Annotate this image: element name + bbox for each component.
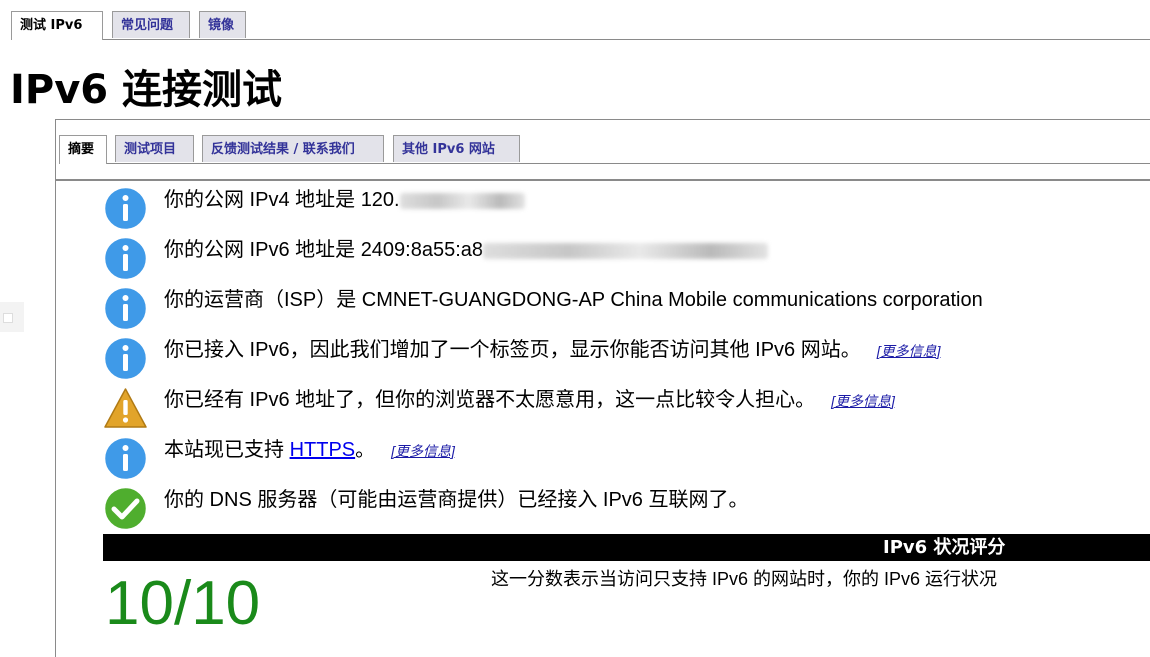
- ipv6-score: 10/10: [105, 569, 261, 638]
- tab-test-ipv6[interactable]: 测试 IPv6: [11, 11, 103, 40]
- info-icon: [103, 186, 148, 231]
- list-item: 你的公网 IPv4 地址是 120.: [103, 182, 1143, 232]
- summary-panel: 摘要 测试项目 反馈测试结果 / 联系我们 其他 IPv6 网站 你的公网 IP…: [55, 119, 1150, 657]
- info-icon: [103, 286, 148, 331]
- more-info-link[interactable]: [更多信息]: [391, 443, 455, 459]
- isp-text: 你的运营商（ISP）是 CMNET-GUANGDONG-AP China Mob…: [164, 289, 983, 311]
- tab-faq[interactable]: 常见问题: [112, 11, 190, 38]
- list-item: 你的公网 IPv6 地址是 2409:8a55:a8: [103, 232, 1143, 282]
- redacted-ipv6: [483, 242, 769, 259]
- tab-mirrors[interactable]: 镜像: [199, 11, 246, 38]
- https-support-text: 本站现已支持: [164, 439, 290, 461]
- tab-tests[interactable]: 测试项目: [115, 135, 194, 162]
- tab-summary[interactable]: 摘要: [59, 135, 107, 164]
- ipv4-address-text: 你的公网 IPv4 地址是 120.: [164, 189, 400, 211]
- top-tab-bar: 测试 IPv6 常见问题 镜像: [11, 11, 1150, 40]
- info-icon: [103, 436, 148, 481]
- more-info-link[interactable]: [更多信息]: [877, 343, 941, 359]
- warning-icon: [104, 388, 147, 428]
- score-description: 这一分数表示当访问只支持 IPv6 的网站时，你的 IPv6 运行状况: [491, 569, 998, 589]
- info-icon: [103, 336, 148, 381]
- browser-warning-text: 你已经有 IPv6 地址了，但你的浏览器不太愿意用，这一点比较令人担心。: [164, 389, 816, 411]
- score-heading: IPv6 状况评分: [883, 537, 1006, 558]
- info-icon: [103, 236, 148, 281]
- more-info-link[interactable]: [更多信息]: [831, 393, 895, 409]
- list-item: 你的运营商（ISP）是 CMNET-GUANGDONG-AP China Mob…: [103, 282, 1143, 332]
- redacted-ipv4: [399, 192, 525, 209]
- https-link[interactable]: HTTPS: [290, 439, 356, 461]
- list-item: 你已接入 IPv6，因此我们增加了一个标签页，显示你能否访问其他 IPv6 网站…: [103, 332, 1143, 382]
- tab-feedback[interactable]: 反馈测试结果 / 联系我们: [202, 135, 384, 162]
- message-list: 你的公网 IPv4 地址是 120. 你的公网 IPv6 地址是 2409:8a…: [103, 182, 1143, 532]
- page-title: IPv6 连接测试: [10, 67, 283, 113]
- panel-divider: [56, 179, 1150, 181]
- ipv6-tab-added-text: 你已接入 IPv6，因此我们增加了一个标签页，显示你能否访问其他 IPv6 网站…: [164, 339, 861, 361]
- score-heading-bar: IPv6 状况评分: [103, 534, 1150, 561]
- side-widget[interactable]: [0, 302, 24, 332]
- list-item: 本站现已支持 HTTPS。 [更多信息]: [103, 432, 1143, 482]
- ipv6-address-text: 你的公网 IPv6 地址是 2409:8a55:a8: [164, 239, 484, 261]
- https-support-suffix: 。: [355, 439, 376, 461]
- page: 测试 IPv6 常见问题 镜像 IPv6 连接测试 摘要 测试项目 反馈测试结果…: [0, 0, 1150, 657]
- list-item: 你已经有 IPv6 地址了，但你的浏览器不太愿意用，这一点比较令人担心。 [更多信…: [103, 382, 1143, 432]
- check-icon: [103, 486, 148, 531]
- dns-ipv6-text: 你的 DNS 服务器（可能由运营商提供）已经接入 IPv6 互联网了。: [164, 489, 749, 511]
- list-item: 你的 DNS 服务器（可能由运营商提供）已经接入 IPv6 互联网了。: [103, 482, 1143, 532]
- inner-tab-bar: 摘要 测试项目 反馈测试结果 / 联系我们 其他 IPv6 网站: [59, 135, 1150, 164]
- tab-other-sites[interactable]: 其他 IPv6 网站: [393, 135, 520, 162]
